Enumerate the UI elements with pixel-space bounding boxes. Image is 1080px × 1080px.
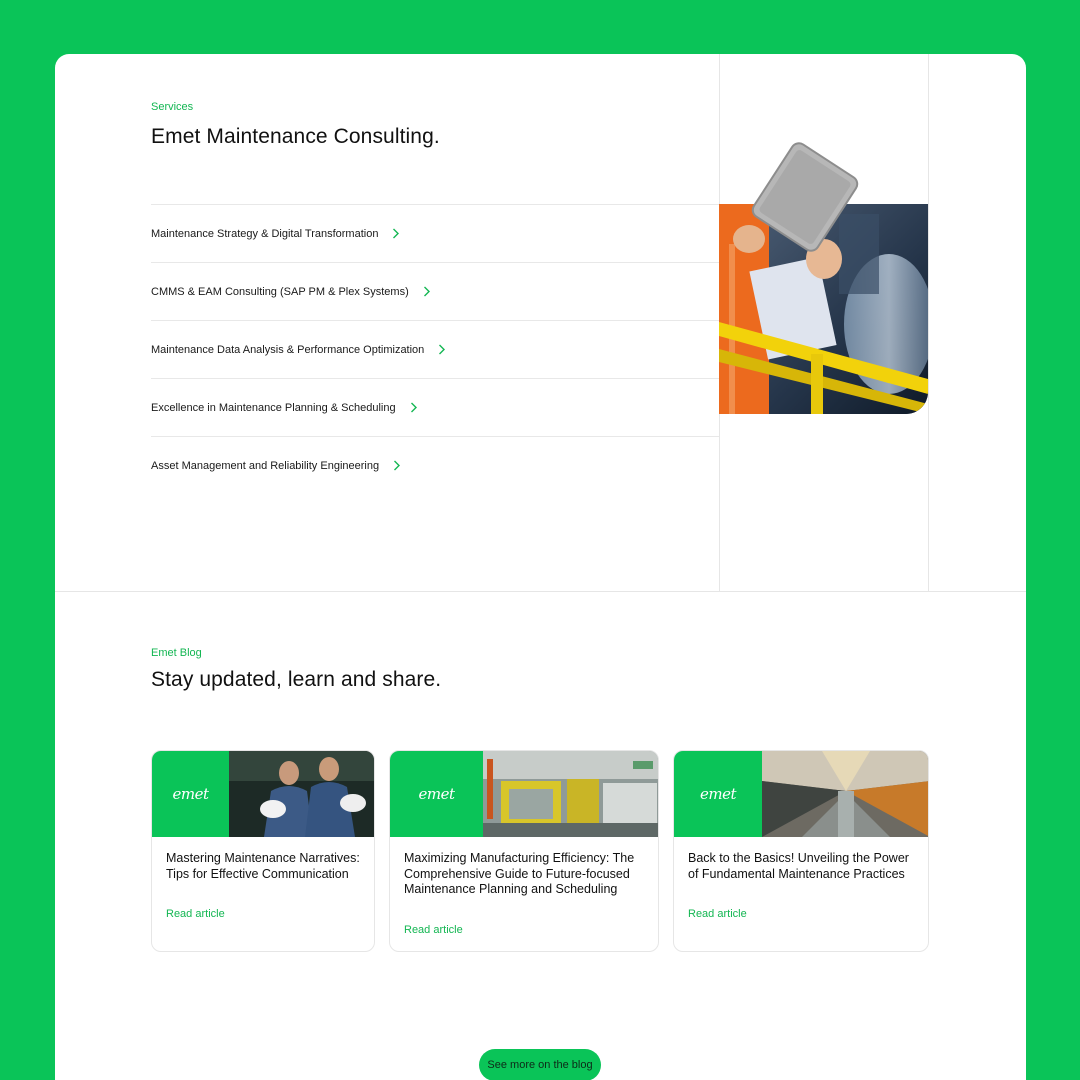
service-item-planning[interactable]: Excellence in Maintenance Planning & Sch… [151,378,719,436]
emet-logo-panel: emet [152,751,229,837]
service-item-strategy[interactable]: Maintenance Strategy & Digital Transform… [151,204,719,262]
service-item-label: Asset Management and Reliability Enginee… [151,459,380,472]
chevron-right-icon [393,460,401,471]
services-eyebrow: Services [151,101,194,113]
service-item-label: Maintenance Data Analysis & Performance … [151,343,425,356]
tablet-icon [745,142,865,252]
blog-eyebrow: Emet Blog [151,647,202,659]
grid-divider [928,54,929,592]
blog-card[interactable]: emet Back to the Basics! Unveiling the P… [673,750,929,952]
chevron-right-icon [410,402,418,413]
services-list: Maintenance Strategy & Digital Transform… [151,204,719,494]
card-title: Mastering Maintenance Narratives: Tips f… [166,851,360,881]
emet-logo-panel: emet [674,751,762,837]
chevron-right-icon [392,228,400,239]
emet-logo: emet [172,785,209,803]
card-title: Back to the Basics! Unveiling the Power … [688,851,909,881]
services-title: Emet Maintenance Consulting. [151,125,440,148]
card-thumbnail: emet [152,751,374,837]
card-photo-factory-line [483,751,658,837]
see-more-blog-button[interactable]: See more on the blog [479,1049,601,1080]
blog-card[interactable]: emet Mastering Maintenance Narratives: T… [151,750,375,952]
card-thumbnail: emet [390,751,658,837]
blog-title: Stay updated, learn and share. [151,668,442,691]
page-card: Services Emet Maintenance Consulting. Ma… [55,54,1026,1080]
chevron-right-icon [423,286,431,297]
read-article-link[interactable]: Read article [166,908,225,920]
blog-card[interactable]: emet Maximizing Manufacturing Efficiency… [389,750,659,952]
emet-logo-panel: emet [390,751,483,837]
service-item-data-analysis[interactable]: Maintenance Data Analysis & Performance … [151,320,719,378]
chevron-right-icon [438,344,446,355]
services-section: Services Emet Maintenance Consulting. Ma… [55,54,1026,592]
card-thumbnail: emet [674,751,928,837]
card-title: Maximizing Manufacturing Efficiency: The… [404,851,635,896]
service-item-cmms[interactable]: CMMS & EAM Consulting (SAP PM & Plex Sys… [151,262,719,320]
service-item-asset-management[interactable]: Asset Management and Reliability Enginee… [151,436,719,494]
service-item-label: Excellence in Maintenance Planning & Sch… [151,401,396,414]
card-photo-warehouse [762,751,928,837]
read-article-link[interactable]: Read article [404,924,463,936]
card-photo-workers [229,751,374,837]
service-item-label: Maintenance Strategy & Digital Transform… [151,227,379,240]
emet-logo: emet [418,785,455,803]
service-item-label: CMMS & EAM Consulting (SAP PM & Plex Sys… [151,285,409,298]
emet-logo: emet [699,785,737,803]
read-article-link[interactable]: Read article [688,908,747,920]
